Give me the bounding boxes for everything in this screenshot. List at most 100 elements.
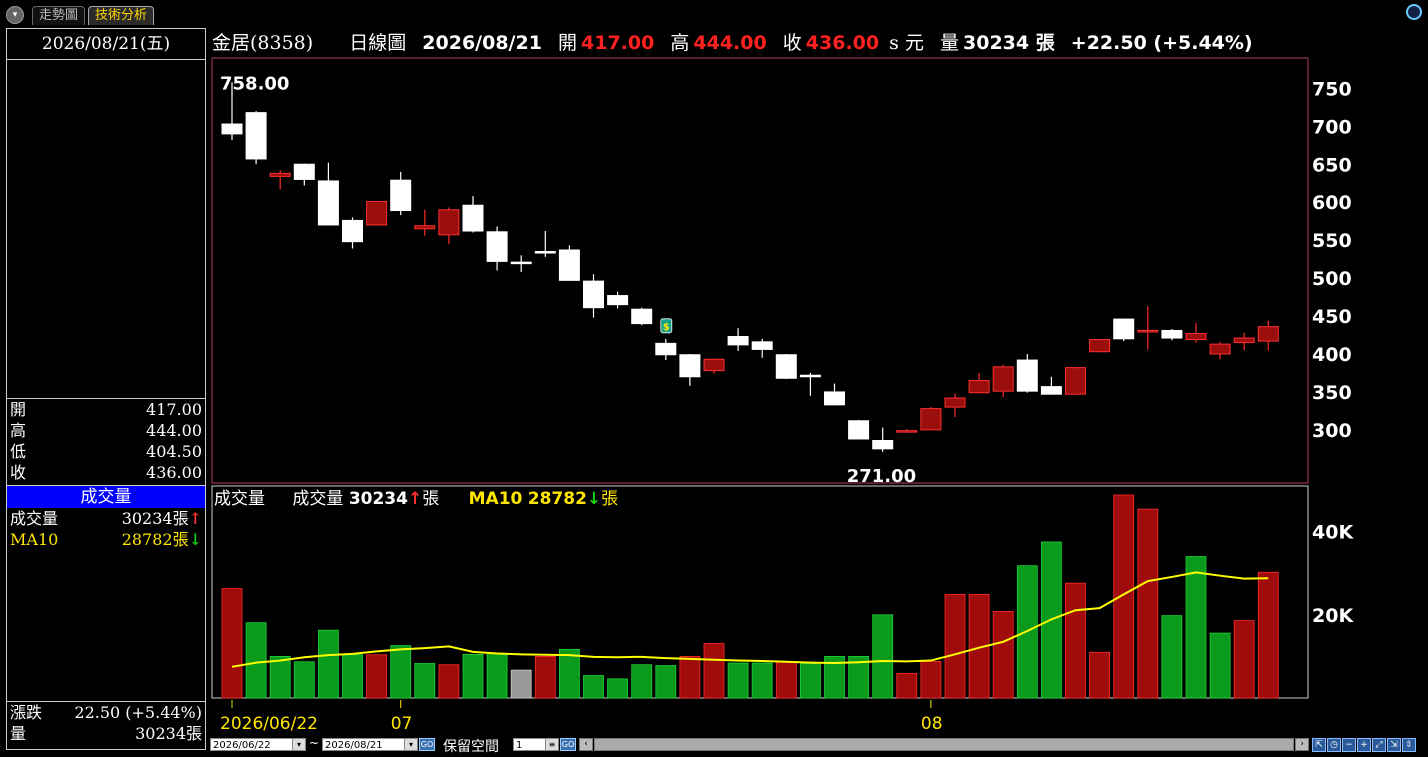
candle-body	[462, 204, 484, 232]
volume-bar	[992, 611, 1014, 699]
horizontal-scrollbar[interactable]	[594, 738, 1294, 751]
volume-bar	[727, 662, 749, 699]
volume-bar	[534, 656, 556, 699]
fit-icon[interactable]: ⤢	[1372, 738, 1386, 752]
candle-body	[607, 295, 629, 306]
dividend-icon-label: $	[663, 322, 670, 333]
scroll-right-icon[interactable]: ›	[1295, 738, 1309, 751]
zoom-in-icon[interactable]: +	[1357, 738, 1371, 752]
spinner-icon: ≡	[545, 739, 558, 750]
volume-bar	[221, 588, 243, 699]
go-button[interactable]: GO	[419, 738, 435, 751]
volume-bar	[872, 614, 894, 699]
candle-body	[1089, 339, 1111, 353]
volume-bar	[486, 653, 508, 699]
price-tick-label: 450	[1312, 306, 1352, 328]
candle-body	[438, 209, 460, 236]
candle-body	[293, 163, 315, 180]
chevron-down-icon: ▾	[292, 739, 305, 750]
candle-body	[655, 342, 677, 356]
reserve-space-input[interactable]: 1 ≡	[513, 738, 559, 751]
volume-bar	[920, 660, 942, 699]
volume-bar	[414, 663, 436, 699]
volume-bar	[583, 675, 604, 699]
price-tick-label: 350	[1312, 382, 1352, 404]
volume-bar	[390, 645, 412, 699]
candle-body	[221, 123, 243, 135]
first-page-icon[interactable]: ⇱	[1312, 738, 1326, 752]
price-frame	[211, 57, 1309, 484]
candle-body	[558, 249, 580, 281]
candle-body	[944, 397, 966, 408]
price-low-label: 271.00	[847, 466, 916, 487]
price-tick-label: 500	[1312, 268, 1352, 290]
scroll-left-icon[interactable]: ‹	[579, 738, 593, 751]
volume-bar	[679, 656, 701, 699]
price-tick-label: 550	[1312, 230, 1352, 252]
restore-icon[interactable]: ⇲	[1387, 738, 1401, 752]
candle-body	[1161, 329, 1183, 339]
x-tick-label: 08	[921, 714, 943, 734]
price-tick-label: 750	[1312, 78, 1352, 100]
volume-bar	[317, 629, 339, 699]
x-tick-label: 07	[391, 714, 413, 734]
candle-body	[775, 354, 797, 379]
candle-body	[414, 225, 436, 230]
volume-bar	[1209, 632, 1231, 699]
arrow-up-icon: ↑	[407, 489, 423, 509]
start-date-select[interactable]: 2026/06/22 ▾	[210, 738, 306, 751]
price-tick-label: 300	[1312, 420, 1352, 442]
volume-panel: 20K 40K 2026/06/22 07 08	[211, 485, 1354, 734]
price-panel: 300 350 400 450 500 550 600 650 700 750 758.00 271.…	[211, 57, 1352, 487]
volume-bar	[775, 661, 797, 699]
volume-bar	[510, 669, 532, 699]
stock-chart[interactable]: 300 350 400 450 500 550 600 650 700 750 758.00 271.…	[0, 0, 1428, 757]
candle-body	[1209, 343, 1231, 355]
volume-header: 成交量 成交量 30234↑張 MA10 28782↓張	[214, 489, 619, 509]
candle-body	[245, 112, 267, 160]
candle-body	[1113, 318, 1135, 340]
candle-body	[1016, 359, 1038, 392]
volume-bar	[607, 678, 628, 699]
volume-bar	[1137, 508, 1159, 699]
volume-bar	[1233, 620, 1255, 699]
candle-body	[1185, 332, 1207, 341]
candle-body	[896, 430, 918, 433]
candle-body	[317, 180, 339, 226]
candle-body	[534, 251, 556, 254]
candle-body	[390, 179, 412, 212]
candle-body	[799, 374, 821, 378]
price-tick-label: 400	[1312, 344, 1352, 366]
candle-body	[920, 408, 942, 431]
candle-body	[1257, 326, 1279, 342]
volume-tick-label: 20K	[1312, 605, 1354, 627]
candle-body	[631, 308, 653, 325]
volume-bar	[366, 654, 388, 699]
candle-body	[968, 380, 990, 394]
volume-bar	[1065, 582, 1086, 699]
zoom-out-icon[interactable]: −	[1342, 738, 1356, 752]
volume-bar	[269, 656, 291, 699]
volume-bar	[1161, 615, 1183, 699]
volume-bar	[1257, 571, 1279, 699]
candle-body	[679, 354, 701, 378]
candle-body	[486, 231, 508, 262]
candle-body	[1040, 386, 1062, 395]
candle-body	[824, 391, 845, 406]
volume-bar	[896, 673, 918, 699]
volume-bar	[655, 665, 677, 699]
go-button-2[interactable]: GO	[560, 738, 576, 751]
candle-body	[751, 341, 773, 350]
candle-body	[992, 366, 1014, 392]
clock-icon[interactable]: ◷	[1327, 738, 1341, 752]
price-tick-label: 600	[1312, 192, 1352, 214]
volume-bar	[800, 663, 821, 699]
expand-icon[interactable]: ⇳	[1402, 738, 1416, 752]
candle-body	[727, 336, 749, 346]
candle-body	[269, 172, 291, 177]
volume-bar	[631, 664, 653, 699]
end-date-select[interactable]: 2026/08/21 ▾	[322, 738, 418, 751]
volume-bar	[1089, 651, 1110, 699]
price-high-label: 758.00	[220, 73, 289, 94]
volume-bar	[751, 662, 773, 699]
